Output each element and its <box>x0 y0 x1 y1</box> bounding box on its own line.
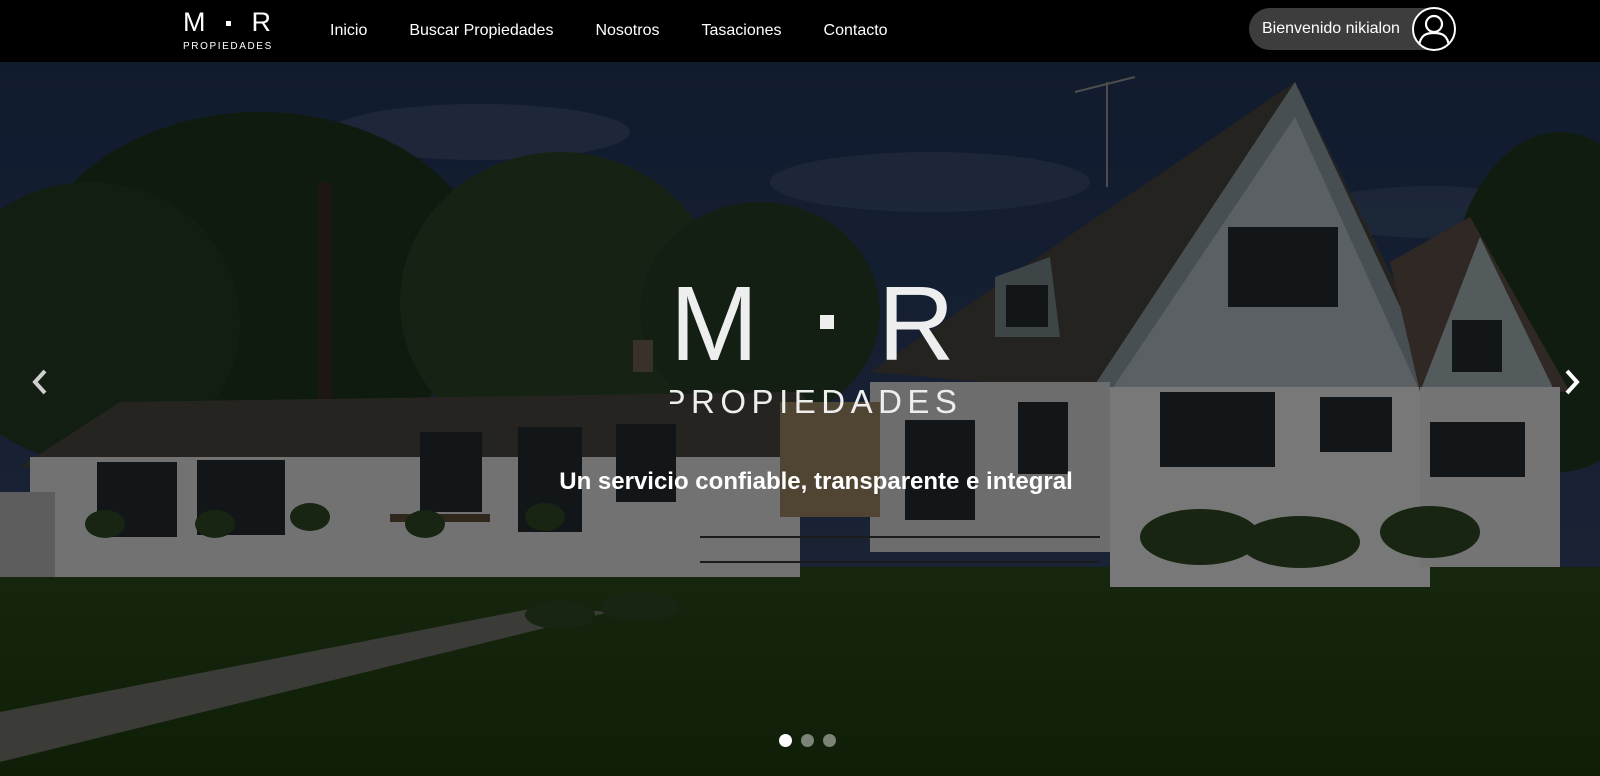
brand-mark-right: R <box>251 7 272 37</box>
carousel-prev-button[interactable] <box>20 352 60 412</box>
brand-logo[interactable]: M R PROPIEDADES <box>183 9 271 53</box>
hero-logo-left: M <box>670 282 758 383</box>
top-navbar: M R PROPIEDADES Inicio Buscar Propiedade… <box>0 0 1600 62</box>
brand-mark-left: M <box>183 7 206 37</box>
nav-item-contacto[interactable]: Contacto <box>824 22 888 40</box>
chevron-right-icon <box>1565 369 1580 395</box>
hero-logo-dot <box>820 315 834 329</box>
user-greeting: Bienvenido nikialon <box>1262 20 1400 37</box>
hero-logo-right: R <box>878 282 955 383</box>
brand-wordmark: PROPIEDADES <box>183 41 273 52</box>
hero-tagline: Un servicio confiable, transparente e in… <box>559 468 1073 495</box>
hero-logo: M R PROPIEDADES <box>664 265 960 482</box>
carousel-indicator-1[interactable] <box>779 734 792 747</box>
hero-logo-word: PROPIEDADES <box>670 383 960 420</box>
hero-carousel: M R PROPIEDADES Un servicio confiable, t… <box>0 62 1600 776</box>
brand-mark: M R <box>183 7 272 37</box>
user-menu-button[interactable]: Bienvenido nikialon <box>1249 7 1456 51</box>
nav-item-nosotros[interactable]: Nosotros <box>595 22 659 40</box>
carousel-caption: M R PROPIEDADES Un servicio confiable, t… <box>0 62 1600 776</box>
carousel-indicator-2[interactable] <box>801 734 814 747</box>
nav-item-tasaciones[interactable]: Tasaciones <box>701 22 781 40</box>
brand-mark-dot <box>226 21 231 26</box>
carousel-next-button[interactable] <box>1552 352 1592 412</box>
main-menu: Inicio Buscar Propiedades Nosotros Tasac… <box>330 0 930 62</box>
carousel-indicator-3[interactable] <box>823 734 836 747</box>
nav-item-inicio[interactable]: Inicio <box>330 22 367 40</box>
nav-item-buscar-propiedades[interactable]: Buscar Propiedades <box>409 22 553 40</box>
chevron-left-icon <box>32 369 47 395</box>
carousel-indicators <box>779 734 836 747</box>
user-icon[interactable] <box>1412 7 1456 51</box>
